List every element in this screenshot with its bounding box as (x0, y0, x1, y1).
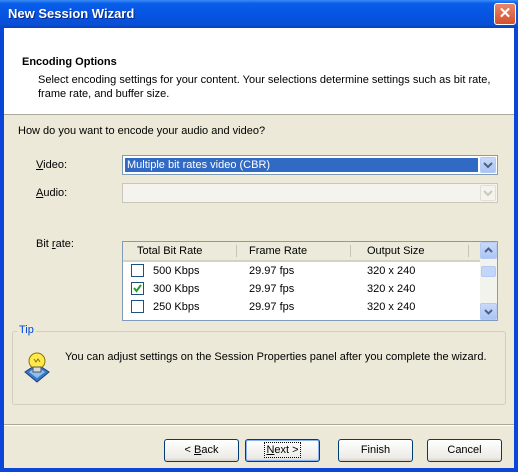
column-divider[interactable] (350, 245, 351, 257)
cell-bitrate: 250 Kbps (153, 301, 200, 313)
wizard-header: Encoding Options Select encoding setting… (4, 28, 514, 115)
cell-output-size: 320 x 240 (367, 265, 416, 277)
cancel-button[interactable]: Cancel (427, 439, 502, 462)
audio-dropdown-button[interactable] (480, 185, 496, 201)
row-checkbox[interactable] (131, 300, 144, 313)
chevron-down-icon (484, 309, 493, 315)
table-header: Total Bit Rate Frame Rate Output Size (123, 242, 480, 262)
cell-frame-rate: 29.97 fps (249, 301, 295, 313)
cell-output-size: 320 x 240 (367, 301, 416, 313)
back-button[interactable]: < Back (164, 439, 239, 462)
bitrate-table[interactable]: Total Bit Rate Frame Rate Output Size 50… (122, 241, 498, 321)
bitrate-label: Bit rate: (36, 238, 74, 250)
scroll-thumb[interactable] (481, 266, 496, 277)
video-label: Video: (36, 159, 67, 171)
close-button[interactable]: ✕ (494, 3, 516, 25)
page-title: Encoding Options (22, 56, 117, 68)
chevron-down-icon (483, 190, 493, 197)
audio-select[interactable] (122, 183, 498, 203)
wizard-window: New Session Wizard ✕ Encoding Options Se… (0, 0, 518, 472)
chevron-down-icon (483, 162, 493, 169)
scroll-up-button[interactable] (480, 242, 497, 259)
row-checkbox[interactable] (131, 264, 144, 277)
dialog-body: Encoding Options Select encoding setting… (4, 28, 514, 468)
tip-legend: Tip (17, 324, 36, 336)
title-bar[interactable]: New Session Wizard ✕ (0, 0, 518, 28)
page-description: Select encoding settings for your conten… (38, 74, 491, 100)
row-checkbox[interactable] (131, 282, 144, 295)
table-scrollbar[interactable] (480, 242, 497, 320)
lightbulb-tip-icon (23, 351, 51, 386)
tip-groupbox: Tip You can adjust settings on the Sessi… (12, 324, 506, 405)
column-divider[interactable] (468, 245, 469, 257)
column-header-total-bit-rate[interactable]: Total Bit Rate (137, 245, 202, 257)
footer-divider (4, 424, 514, 426)
cell-output-size: 320 x 240 (367, 283, 416, 295)
cell-bitrate: 300 Kbps (153, 283, 200, 295)
close-icon: ✕ (498, 5, 512, 22)
window-title: New Session Wizard (8, 6, 135, 21)
cell-bitrate: 500 Kbps (153, 265, 200, 277)
video-dropdown-button[interactable] (480, 157, 496, 173)
chevron-up-icon (484, 247, 493, 253)
table-row[interactable]: 250 Kbps 29.97 fps 320 x 240 (123, 298, 480, 316)
tip-text: You can adjust settings on the Session P… (65, 351, 487, 363)
table-row[interactable]: 300 Kbps 29.97 fps 320 x 240 (123, 280, 480, 298)
video-select[interactable]: Multiple bit rates video (CBR) (122, 155, 498, 175)
column-header-output-size[interactable]: Output Size (367, 245, 424, 257)
next-button[interactable]: Next > (245, 439, 320, 462)
scroll-down-button[interactable] (480, 303, 497, 320)
checkmark-icon (133, 284, 142, 293)
cell-frame-rate: 29.97 fps (249, 283, 295, 295)
cell-frame-rate: 29.97 fps (249, 265, 295, 277)
column-divider[interactable] (236, 245, 237, 257)
table-row[interactable]: 500 Kbps 29.97 fps 320 x 240 (123, 262, 480, 280)
audio-label: Audio: (36, 187, 68, 199)
encode-question: How do you want to encode your audio and… (18, 125, 266, 137)
video-select-value: Multiple bit rates video (CBR) (125, 158, 478, 172)
column-header-frame-rate[interactable]: Frame Rate (249, 245, 307, 257)
finish-button[interactable]: Finish (338, 439, 413, 462)
